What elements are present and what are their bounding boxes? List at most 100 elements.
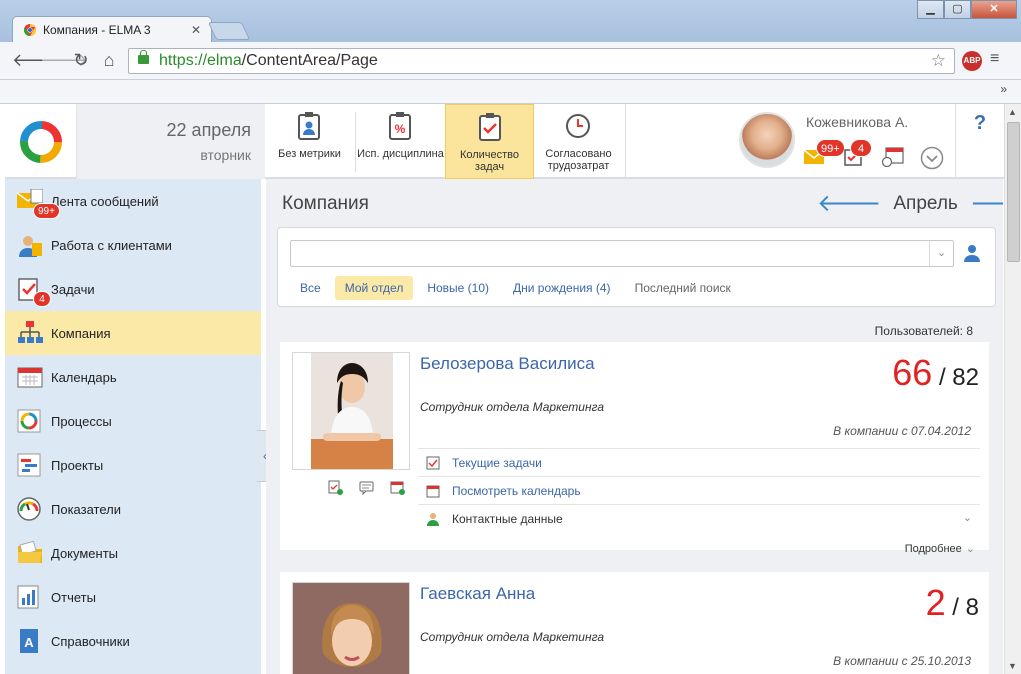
prev-month-arrow-icon[interactable]: 🡐 xyxy=(817,192,881,216)
elma-logo-icon xyxy=(20,121,62,163)
send-message-icon[interactable] xyxy=(359,480,374,495)
folder-icon xyxy=(18,541,42,563)
home-icon[interactable]: ⌂ xyxy=(98,50,120,71)
clipboard-person-icon xyxy=(298,112,320,140)
metric-no-metric[interactable]: Без метрики xyxy=(265,104,354,179)
user-name[interactable]: Кожевникова А. xyxy=(806,114,908,130)
projects-icon xyxy=(17,453,41,477)
more-label: Подробнее xyxy=(904,543,962,555)
chevron-down-icon[interactable]: ⌄ xyxy=(963,511,972,524)
employee-photo[interactable] xyxy=(292,582,410,674)
contact-data-link[interactable]: Контактные данные ⌄ xyxy=(418,504,980,532)
sidebar-item-documents[interactable]: Документы xyxy=(5,531,261,575)
address-bar[interactable]: https://elma/ContentArea/Page ☆ xyxy=(128,48,955,74)
browser-menu-icon[interactable]: ≡ xyxy=(990,50,999,68)
reference-book-icon: A xyxy=(20,629,38,653)
sidebar-item-projects[interactable]: Проекты xyxy=(5,443,261,487)
calendar-icon xyxy=(426,485,440,498)
search-dropdown-icon[interactable]: ⌄ xyxy=(929,241,953,266)
url-path: /ContentArea/Page xyxy=(241,52,378,69)
filter-my-department[interactable]: Мой отдел xyxy=(334,276,414,300)
back-arrow-icon[interactable]: 🡐 xyxy=(12,50,60,71)
sidebar-item-reports[interactable]: Отчеты xyxy=(5,575,261,619)
link-label: Контактные данные xyxy=(452,511,563,526)
avatar[interactable] xyxy=(739,112,795,168)
next-month-arrow-icon[interactable]: 🡒 xyxy=(970,192,1003,216)
maximize-button[interactable]: ▢ xyxy=(944,0,971,19)
employee-photo[interactable] xyxy=(292,352,410,470)
filter-last-search[interactable]: Последний поиск xyxy=(625,276,741,300)
sidebar-item-indicators[interactable]: Показатели xyxy=(5,487,261,531)
employee-card: Белозерова Василиса 66 / 82 Сотрудник от… xyxy=(280,342,989,555)
filter-all[interactable]: Все xyxy=(290,276,331,300)
main-content: Компания 🡐 Апрель 🡒 ⌄ Все Мой отдел Новы… xyxy=(266,179,1003,674)
scroll-down-icon[interactable]: ▼ xyxy=(1008,661,1017,671)
scroll-up-icon[interactable]: ▲ xyxy=(1008,107,1017,117)
metric-label: Количество задач xyxy=(459,149,520,173)
employee-links: Текущие задачи Посмотреть календарь Конт… xyxy=(418,448,980,532)
sidebar-item-tasks[interactable]: Задачи 4 xyxy=(5,267,261,311)
chrome-favicon-icon xyxy=(23,23,37,36)
lock-icon xyxy=(138,50,149,64)
sidebar-item-label: Компания xyxy=(51,325,111,341)
add-event-icon[interactable] xyxy=(390,480,405,495)
score-value: 66 xyxy=(892,352,933,393)
feed-badge: 99+ xyxy=(33,203,60,219)
bookmarks-overflow-icon[interactable]: » xyxy=(1000,82,1007,96)
sidebar-item-reference[interactable]: A Справочники xyxy=(5,619,261,663)
current-tasks-link[interactable]: Текущие задачи xyxy=(418,448,980,476)
tasks-badge: 4 xyxy=(33,291,51,307)
sidebar: Лента сообщений 99+ Работа с клиентами З… xyxy=(5,179,261,674)
minimize-button[interactable]: ▁ xyxy=(917,0,944,19)
more-details-button[interactable]: Подробнее ⌄ xyxy=(905,542,975,555)
sidebar-item-label: Проекты xyxy=(51,457,104,473)
employee-card: Гаевская Анна 2 / 8 Сотрудник отдела Мар… xyxy=(280,572,989,674)
current-date: 22 апреля xyxy=(166,120,251,140)
window-controls: ▁ ▢ ✕ xyxy=(917,0,1017,19)
tasks-badge: 4 xyxy=(850,139,872,157)
metric-task-count[interactable]: Количество задач xyxy=(445,104,534,179)
help-button[interactable]: ? xyxy=(955,104,1004,179)
view-calendar-link[interactable]: Посмотреть календарь xyxy=(418,476,980,504)
score-total: 8 xyxy=(965,594,979,621)
clock-icon xyxy=(566,114,590,138)
scrollbar-thumb[interactable] xyxy=(1007,122,1020,262)
calendar-clock-icon[interactable] xyxy=(882,147,904,167)
page-scrollbar[interactable]: ▲ ▼ xyxy=(1004,104,1021,674)
url-host: elma xyxy=(207,52,242,69)
employee-name[interactable]: Белозерова Василиса xyxy=(420,354,595,374)
score-total: 82 xyxy=(952,364,979,391)
process-icon xyxy=(17,409,41,433)
filter-birthdays[interactable]: Дни рождения (4) xyxy=(503,276,621,300)
chevron-down-icon[interactable] xyxy=(920,146,944,170)
employee-name[interactable]: Гаевская Анна xyxy=(420,584,535,604)
sidebar-item-company[interactable]: Компания xyxy=(5,311,261,355)
assign-task-icon[interactable] xyxy=(328,480,343,495)
metric-discipline[interactable]: % Исп. дисциплина xyxy=(356,104,445,179)
reload-icon[interactable]: ↻ xyxy=(70,50,92,71)
bookmark-star-icon[interactable]: ☆ xyxy=(931,51,946,71)
metric-label: Согласовано трудозатрат xyxy=(545,148,612,172)
sidebar-item-clients[interactable]: Работа с клиентами xyxy=(5,223,261,267)
sidebar-item-label: Показатели xyxy=(51,501,121,517)
browser-tab[interactable]: Компания - ELMA 3 ✕ xyxy=(12,16,212,43)
tasks-icon xyxy=(426,456,440,470)
close-window-button[interactable]: ✕ xyxy=(971,0,1017,19)
sidebar-item-label: Отчеты xyxy=(51,589,96,605)
tab-close-icon[interactable]: ✕ xyxy=(191,23,201,37)
person-icon[interactable] xyxy=(964,244,980,262)
sidebar-item-processes[interactable]: Процессы xyxy=(5,399,261,443)
report-icon xyxy=(17,585,39,609)
filter-new[interactable]: Новые (10) xyxy=(417,276,499,300)
sidebar-item-feed[interactable]: Лента сообщений 99+ xyxy=(5,179,261,223)
employee-position: Сотрудник отдела Маркетинга xyxy=(420,400,605,414)
elma-logo[interactable] xyxy=(5,104,77,179)
search-input[interactable]: ⌄ xyxy=(290,240,954,267)
new-tab-button[interactable] xyxy=(207,22,251,40)
forward-arrow-icon[interactable]: 🡒 xyxy=(40,50,88,71)
metric-label: Без метрики xyxy=(278,148,341,160)
adblock-icon[interactable]: ABP xyxy=(962,51,982,71)
sidebar-item-calendar[interactable]: Календарь xyxy=(5,355,261,399)
metric-labor-approved[interactable]: Согласовано трудозатрат xyxy=(534,104,623,179)
users-count: Пользователей: 8 xyxy=(874,324,973,338)
